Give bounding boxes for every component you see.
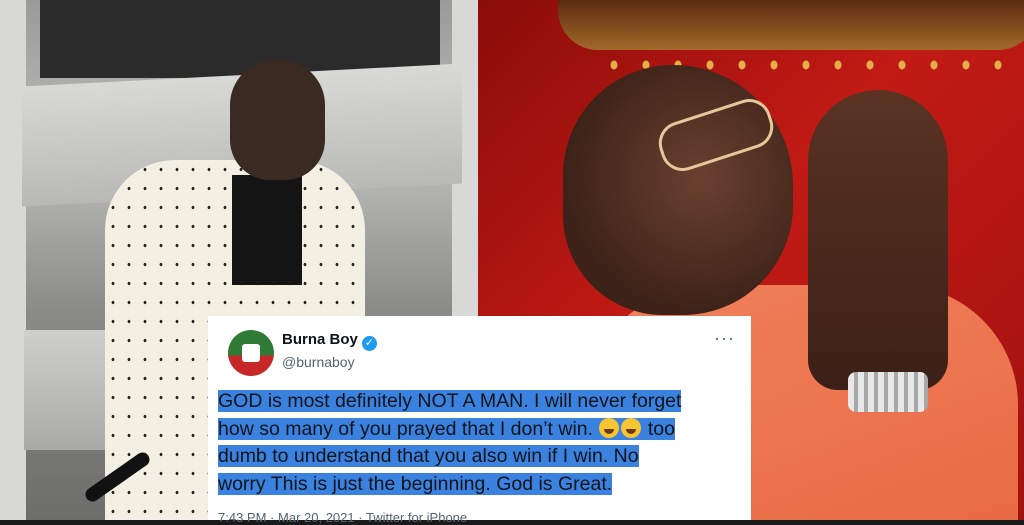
portrait-bracelet (848, 372, 928, 412)
tears-of-joy-emoji-icon (599, 417, 620, 438)
tweet-text-line: worry This is just the beginning. God is… (218, 472, 613, 495)
handle[interactable]: @burnaboy (282, 354, 377, 370)
stage-pillar-left (0, 0, 26, 520)
tweet-text: GOD is most definitely NOT A MAN. I will… (218, 388, 738, 498)
portrait-hands (808, 90, 948, 390)
tweet-text-line: dumb to understand that you also win if … (218, 445, 639, 467)
tweet-card: Burna Boy ✓ @burnaboy ··· GOD is most def… (208, 316, 751, 525)
rolling-laughing-emoji-icon (621, 417, 642, 438)
tweet-date[interactable]: Mar 20, 2021 (278, 510, 355, 525)
stage-ceiling (40, 0, 440, 78)
tweet-time[interactable]: 7:43 PM (218, 510, 266, 525)
display-name[interactable]: Burna Boy (282, 331, 358, 348)
performer-shirt (232, 175, 302, 285)
separator: · (358, 510, 363, 525)
performer-head (230, 60, 325, 180)
canopy (558, 0, 1024, 50)
author-names: Burna Boy ✓ @burnaboy (282, 331, 377, 370)
tweet-source[interactable]: Twitter for iPhone (366, 510, 467, 525)
more-options-icon[interactable]: ··· (714, 328, 735, 349)
tweet-meta: 7:43 PM · Mar 20, 2021 · Twitter for iPh… (218, 510, 741, 525)
tweet-text-segment: how so many of you prayed that I don’t w… (218, 417, 599, 440)
verified-badge-icon: ✓ (361, 336, 377, 351)
tweet-text-line: GOD is most definitely NOT A MAN. I will… (218, 390, 682, 412)
separator: · (270, 510, 275, 525)
tweet-text-line: how so many of you prayed that I don’t w… (218, 417, 675, 440)
avatar[interactable] (228, 330, 274, 376)
tweet-text-segment: too (642, 417, 675, 440)
tweet-header: Burna Boy ✓ @burnaboy ··· (218, 324, 741, 382)
